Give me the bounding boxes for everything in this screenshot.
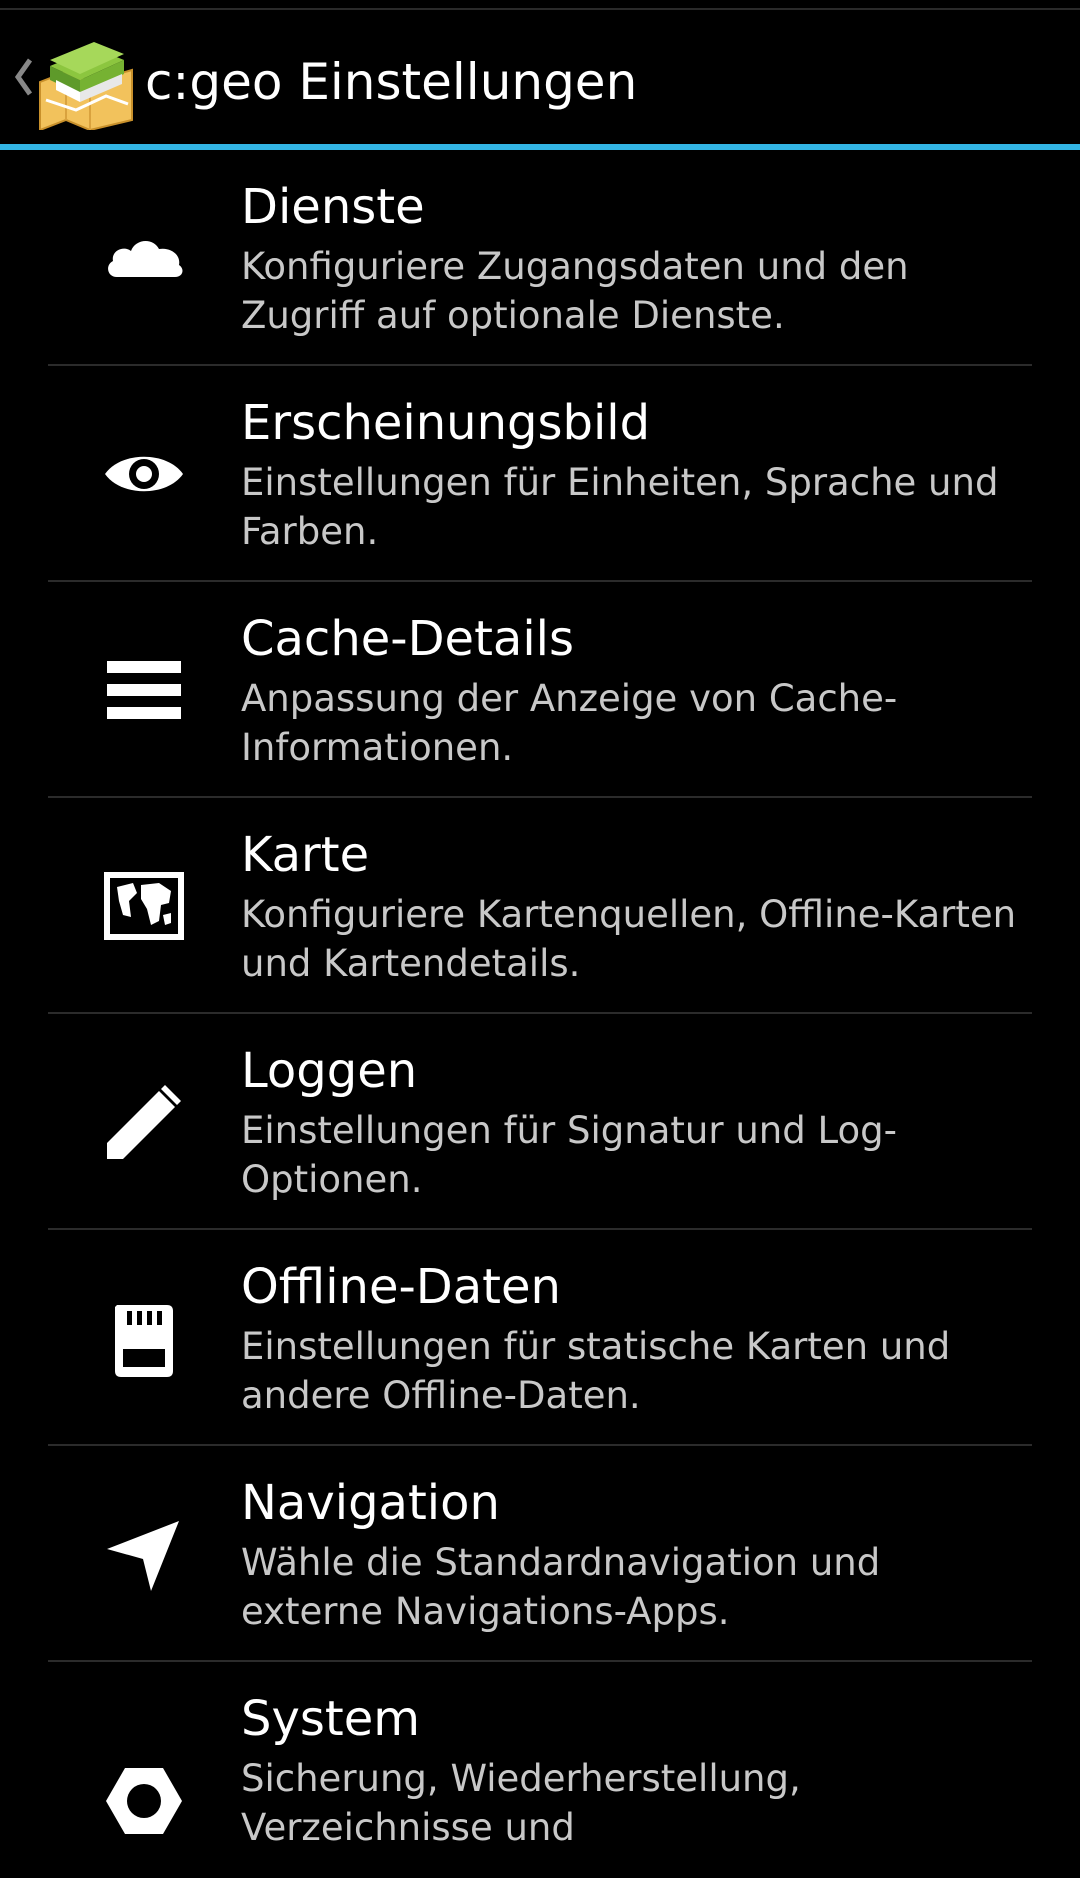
settings-item-label: Offline-Daten	[241, 1259, 561, 1315]
cgeo-app-icon[interactable]	[36, 30, 136, 132]
settings-item-karte[interactable]: Karte Konfiguriere Kartenquellen, Offlin…	[0, 798, 1080, 1014]
page-title: c:geo Einstellungen	[145, 53, 638, 111]
map-icon	[103, 865, 185, 947]
navigation-arrow-icon	[103, 1513, 185, 1595]
settings-item-offline-daten[interactable]: Offline-Daten Einstellungen für statisch…	[0, 1230, 1080, 1446]
settings-item-summary: Sicherung, Wiederherstellung, Verzeichni…	[241, 1757, 801, 1849]
settings-item-label: Navigation	[241, 1475, 500, 1531]
action-bar: c:geo Einstellungen	[0, 10, 1080, 146]
settings-item-summary: Einstellungen für Signatur und Log-Optio…	[241, 1109, 897, 1201]
settings-item-erscheinungsbild[interactable]: Erscheinungsbild Einstellungen für Einhe…	[0, 366, 1080, 582]
eye-icon	[103, 433, 185, 515]
settings-item-cache-details[interactable]: Cache-Details Anpassung der Anzeige von …	[0, 582, 1080, 798]
status-bar	[0, 0, 1080, 10]
settings-item-summary: Wähle die Standardnavigation und externe…	[241, 1541, 881, 1633]
settings-item-summary: Einstellungen für Einheiten, Sprache und…	[241, 461, 999, 553]
cloud-icon	[103, 217, 185, 299]
settings-list: Dienste Konfiguriere Zugangsdaten und de…	[0, 150, 1080, 1878]
settings-item-summary: Anpassung der Anzeige von Cache-Informat…	[241, 677, 898, 769]
settings-item-summary: Einstellungen für statische Karten und a…	[241, 1325, 951, 1417]
settings-item-label: Karte	[241, 827, 370, 883]
settings-item-loggen[interactable]: Loggen Einstellungen für Signatur und Lo…	[0, 1014, 1080, 1230]
settings-item-label: Cache-Details	[241, 611, 574, 667]
settings-item-label: Loggen	[241, 1043, 418, 1099]
sd-card-icon	[103, 1297, 185, 1379]
settings-item-label: Erscheinungsbild	[241, 395, 651, 451]
hexagon-nut-icon	[103, 1760, 185, 1842]
settings-item-summary: Konfiguriere Kartenquellen, Offline-Kart…	[241, 893, 1017, 985]
chevron-left-icon[interactable]	[12, 54, 36, 100]
settings-item-navigation[interactable]: Navigation Wähle die Standardnavigation …	[0, 1446, 1080, 1662]
settings-item-system[interactable]: System Sicherung, Wiederherstellung, Ver…	[0, 1662, 1080, 1878]
pencil-icon	[103, 1081, 185, 1163]
settings-item-label: Dienste	[241, 179, 425, 235]
list-lines-icon	[103, 649, 185, 731]
settings-item-label: System	[241, 1691, 420, 1747]
settings-item-dienste[interactable]: Dienste Konfiguriere Zugangsdaten und de…	[0, 150, 1080, 366]
settings-item-summary: Konfiguriere Zugangsdaten und den Zugrif…	[241, 245, 909, 337]
